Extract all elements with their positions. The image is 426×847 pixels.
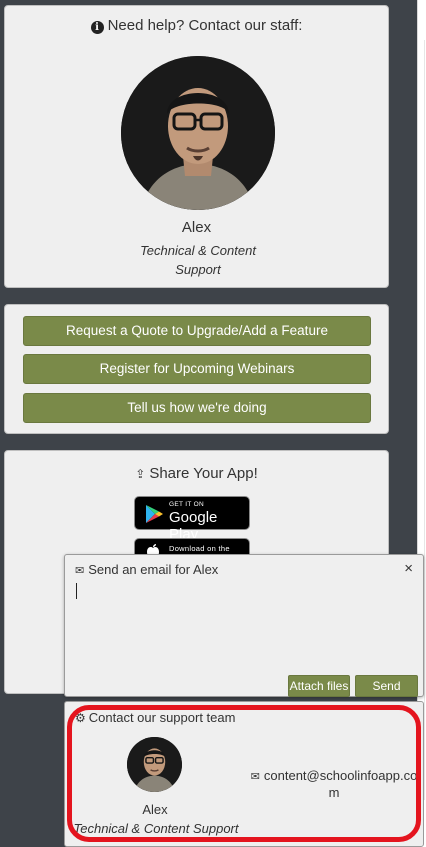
staff-name: Alex <box>181 219 212 236</box>
google-play-icon <box>146 505 163 523</box>
support-team-panel: ⚙ Contact our support team Alex Technical… <box>64 701 424 847</box>
actions-panel: Request a Quote to Upgrade/Add a Feature… <box>4 304 389 434</box>
support-role: Technical & Content Support <box>73 821 239 836</box>
gear-icon: ⚙ <box>75 711 86 725</box>
register-webinars-button[interactable]: Register for Upcoming Webinars <box>23 354 371 384</box>
email-popup-title: ✉ Send an email for Alex <box>75 562 218 577</box>
envelope-icon: ✉ <box>75 565 85 577</box>
scroll-track[interactable] <box>424 40 425 800</box>
apple-badge-small-text: Download on the <box>169 544 230 553</box>
support-email-link[interactable]: ✉ content@schoolinfoapp.com <box>249 768 419 801</box>
staff-heading: i Need help? Contact our staff: <box>5 17 388 34</box>
staff-heading-text: Need help? Contact our staff: <box>107 17 303 34</box>
text-caret <box>76 583 77 599</box>
support-avatar <box>127 737 182 792</box>
send-email-button[interactable]: Send Email <box>355 675 418 713</box>
feedback-button[interactable]: Tell us how we're doing <box>23 393 371 423</box>
staff-contact-panel: i Need help? Contact our staff: Alex Tech… <box>4 5 389 288</box>
support-title: ⚙ Contact our support team <box>75 710 235 725</box>
staff-role: Technical & Content Support <box>140 243 256 277</box>
support-title-text: Contact our support team <box>88 710 236 725</box>
email-popup-title-text: Send an email for Alex <box>88 562 219 577</box>
request-quote-button[interactable]: Request a Quote to Upgrade/Add a Feature <box>23 316 371 346</box>
attach-files-button[interactable]: Attach files <box>288 675 350 697</box>
envelope-icon: ✉ <box>250 771 260 783</box>
google-play-badge[interactable]: GET IT ON Google Play <box>134 496 250 543</box>
share-heading: ⇪ Share Your App! <box>5 465 388 482</box>
google-badge-small-text: GET IT ON <box>169 501 204 508</box>
staff-avatar <box>121 56 275 210</box>
share-heading-text: Share Your App! <box>149 465 258 482</box>
support-name: Alex <box>142 802 168 817</box>
close-icon[interactable]: × <box>404 560 413 577</box>
info-circle-icon: i <box>90 21 104 34</box>
email-popup: ✉ Send an email for Alex × Attach files S… <box>64 554 424 713</box>
email-message-textarea[interactable] <box>73 579 417 665</box>
support-email-text: content@schoolinfoapp.com <box>263 768 418 800</box>
share-icon: ⇪ <box>135 467 146 481</box>
